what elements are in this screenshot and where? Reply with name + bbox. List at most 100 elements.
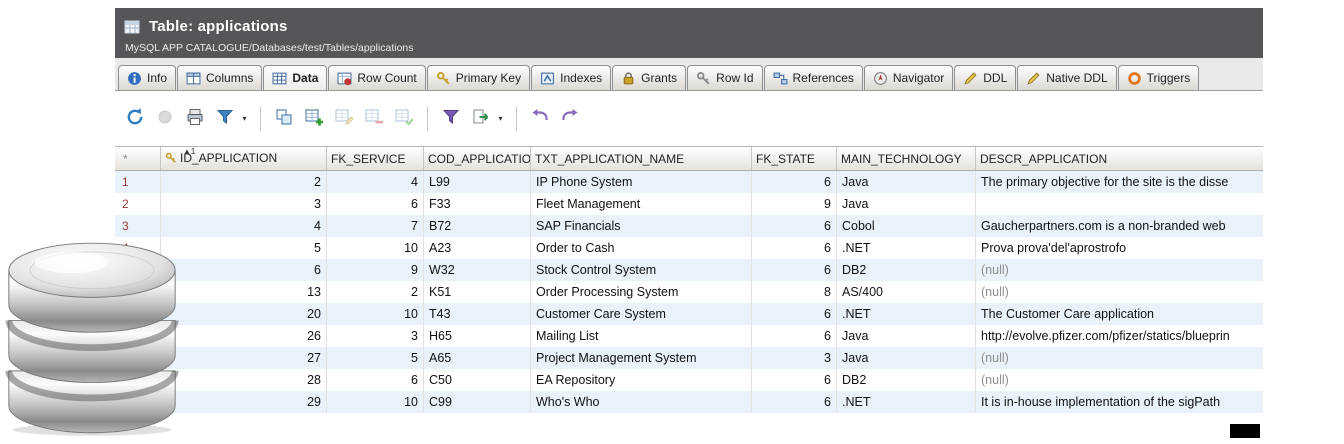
column-header-cod_application[interactable]: COD_APPLICATION: [424, 147, 531, 171]
cell-fk_state[interactable]: 6: [752, 303, 837, 325]
cell-main_technology[interactable]: Java: [837, 347, 976, 369]
tab-columns[interactable]: Columns: [177, 65, 262, 90]
cell-descr_application[interactable]: (null): [976, 259, 1264, 281]
tab-primary-key[interactable]: Primary Key: [427, 65, 530, 90]
cell-descr_application[interactable]: Prova prova'del'aprostrofo: [976, 237, 1264, 259]
cell-fk_state[interactable]: 6: [752, 325, 837, 347]
cell-fk_service[interactable]: 7: [327, 215, 424, 237]
cell-cod_application[interactable]: L99: [424, 171, 531, 194]
cell-main_technology[interactable]: Cobol: [837, 215, 976, 237]
cell-txt_application_name[interactable]: Mailing List: [531, 325, 752, 347]
cell-fk_state[interactable]: 6: [752, 369, 837, 391]
cell-fk_service[interactable]: 5: [327, 347, 424, 369]
column-header-fk_service[interactable]: FK_SERVICE: [327, 147, 424, 171]
cell-txt_application_name[interactable]: Order Processing System: [531, 281, 752, 303]
cell-fk_state[interactable]: 6: [752, 237, 837, 259]
table-row[interactable]: 347B72SAP Financials6CobolGaucherpartner…: [115, 215, 1263, 237]
tab-native-ddl[interactable]: Native DDL: [1017, 65, 1116, 90]
cell-main_technology[interactable]: DB2: [837, 369, 976, 391]
cell-descr_application[interactable]: (null): [976, 369, 1264, 391]
cell-descr_application[interactable]: [976, 193, 1264, 215]
cell-fk_service[interactable]: 9: [327, 259, 424, 281]
cell-cod_application[interactable]: W32: [424, 259, 531, 281]
cell-fk_state[interactable]: 9: [752, 193, 837, 215]
stop-button[interactable]: [153, 107, 177, 131]
cell-txt_application_name[interactable]: IP Phone System: [531, 171, 752, 194]
cell-txt_application_name[interactable]: Customer Care System: [531, 303, 752, 325]
cell-descr_application[interactable]: The Customer Care application: [976, 303, 1264, 325]
filter-button[interactable]: [213, 107, 237, 131]
table-row[interactable]: 4510A23Order to Cash6.NETProva prova'del…: [115, 237, 1263, 259]
cell-id_application[interactable]: 29: [161, 391, 327, 413]
table-row[interactable]: 124L99IP Phone System6JavaThe primary ob…: [115, 171, 1263, 194]
tab-grants[interactable]: Grants: [612, 65, 686, 90]
cell-id_application[interactable]: 4: [161, 215, 327, 237]
cell-fk_state[interactable]: 6: [752, 259, 837, 281]
print-button[interactable]: [183, 107, 207, 131]
cell-id_application[interactable]: 26: [161, 325, 327, 347]
cell-cod_application[interactable]: T43: [424, 303, 531, 325]
cell-fk_state[interactable]: 3: [752, 347, 837, 369]
row-number[interactable]: 3: [115, 215, 161, 237]
export-grid-button[interactable]: [469, 107, 493, 131]
cell-txt_application_name[interactable]: Who's Who: [531, 391, 752, 413]
cell-txt_application_name[interactable]: Fleet Management: [531, 193, 752, 215]
table-row[interactable]: 9275A65Project Management System3Java(nu…: [115, 347, 1263, 369]
tab-references[interactable]: References: [764, 65, 863, 90]
where-filter-button[interactable]: [439, 107, 463, 131]
cell-fk_service[interactable]: 6: [327, 193, 424, 215]
cell-fk_service[interactable]: 10: [327, 391, 424, 413]
cell-fk_service[interactable]: 3: [327, 325, 424, 347]
cell-descr_application[interactable]: Gaucherpartners.com is a non-branded web: [976, 215, 1264, 237]
row-number-header[interactable]: *: [115, 147, 161, 171]
cell-id_application[interactable]: 20: [161, 303, 327, 325]
dropdown-caret-icon[interactable]: ▾: [240, 114, 249, 123]
cell-main_technology[interactable]: .NET: [837, 237, 976, 259]
cell-fk_service[interactable]: 6: [327, 369, 424, 391]
column-header-fk_state[interactable]: FK_STATE: [752, 147, 837, 171]
cell-txt_application_name[interactable]: SAP Financials: [531, 215, 752, 237]
refresh-button[interactable]: [123, 107, 147, 131]
cell-txt_application_name[interactable]: Stock Control System: [531, 259, 752, 281]
cell-txt_application_name[interactable]: EA Repository: [531, 369, 752, 391]
table-row[interactable]: 72010T43Customer Care System6.NETThe Cus…: [115, 303, 1263, 325]
post-row-button[interactable]: [392, 107, 416, 131]
cell-fk_service[interactable]: 10: [327, 303, 424, 325]
cell-cod_application[interactable]: C50: [424, 369, 531, 391]
cell-cod_application[interactable]: A23: [424, 237, 531, 259]
table-row[interactable]: 6132K51Order Processing System8AS/400(nu…: [115, 281, 1263, 303]
cell-fk_service[interactable]: 2: [327, 281, 424, 303]
insert-row-button[interactable]: [302, 107, 326, 131]
tab-ddl[interactable]: DDL: [954, 65, 1016, 90]
tab-triggers[interactable]: Triggers: [1118, 65, 1200, 90]
undo-button[interactable]: [528, 107, 552, 131]
cell-descr_application[interactable]: http://evolve.pfizer.com/pfizer/statics/…: [976, 325, 1264, 347]
cell-id_application[interactable]: 5: [161, 237, 327, 259]
tab-data[interactable]: Data: [263, 65, 327, 90]
cell-txt_application_name[interactable]: Project Management System: [531, 347, 752, 369]
cell-main_technology[interactable]: .NET: [837, 391, 976, 413]
update-row-button[interactable]: [332, 107, 356, 131]
cell-descr_application[interactable]: The primary objective for the site is th…: [976, 171, 1264, 194]
column-header-main_technology[interactable]: MAIN_TECHNOLOGY: [837, 147, 976, 171]
cell-fk_state[interactable]: 8: [752, 281, 837, 303]
cell-main_technology[interactable]: DB2: [837, 259, 976, 281]
cell-fk_service[interactable]: 10: [327, 237, 424, 259]
table-row[interactable]: 8263H65Mailing List6Javahttp://evolve.pf…: [115, 325, 1263, 347]
cell-main_technology[interactable]: Java: [837, 193, 976, 215]
cell-descr_application[interactable]: It is in-house implementation of the sig…: [976, 391, 1264, 413]
cell-id_application[interactable]: 3: [161, 193, 327, 215]
cell-cod_application[interactable]: A65: [424, 347, 531, 369]
tab-row-id[interactable]: Row Id: [687, 65, 762, 90]
tab-info[interactable]: Info: [118, 65, 176, 90]
column-header-id_application[interactable]: ▲1ID_APPLICATION: [161, 147, 327, 171]
cell-main_technology[interactable]: Java: [837, 325, 976, 347]
cell-id_application[interactable]: 27: [161, 347, 327, 369]
row-number[interactable]: 1: [115, 171, 161, 194]
tab-indexes[interactable]: Indexes: [531, 65, 611, 90]
redo-button[interactable]: [558, 107, 582, 131]
column-header-descr_application[interactable]: DESCR_APPLICATION: [976, 147, 1264, 171]
cell-descr_application[interactable]: (null): [976, 347, 1264, 369]
cell-id_application[interactable]: 2: [161, 171, 327, 194]
cell-fk_state[interactable]: 6: [752, 215, 837, 237]
